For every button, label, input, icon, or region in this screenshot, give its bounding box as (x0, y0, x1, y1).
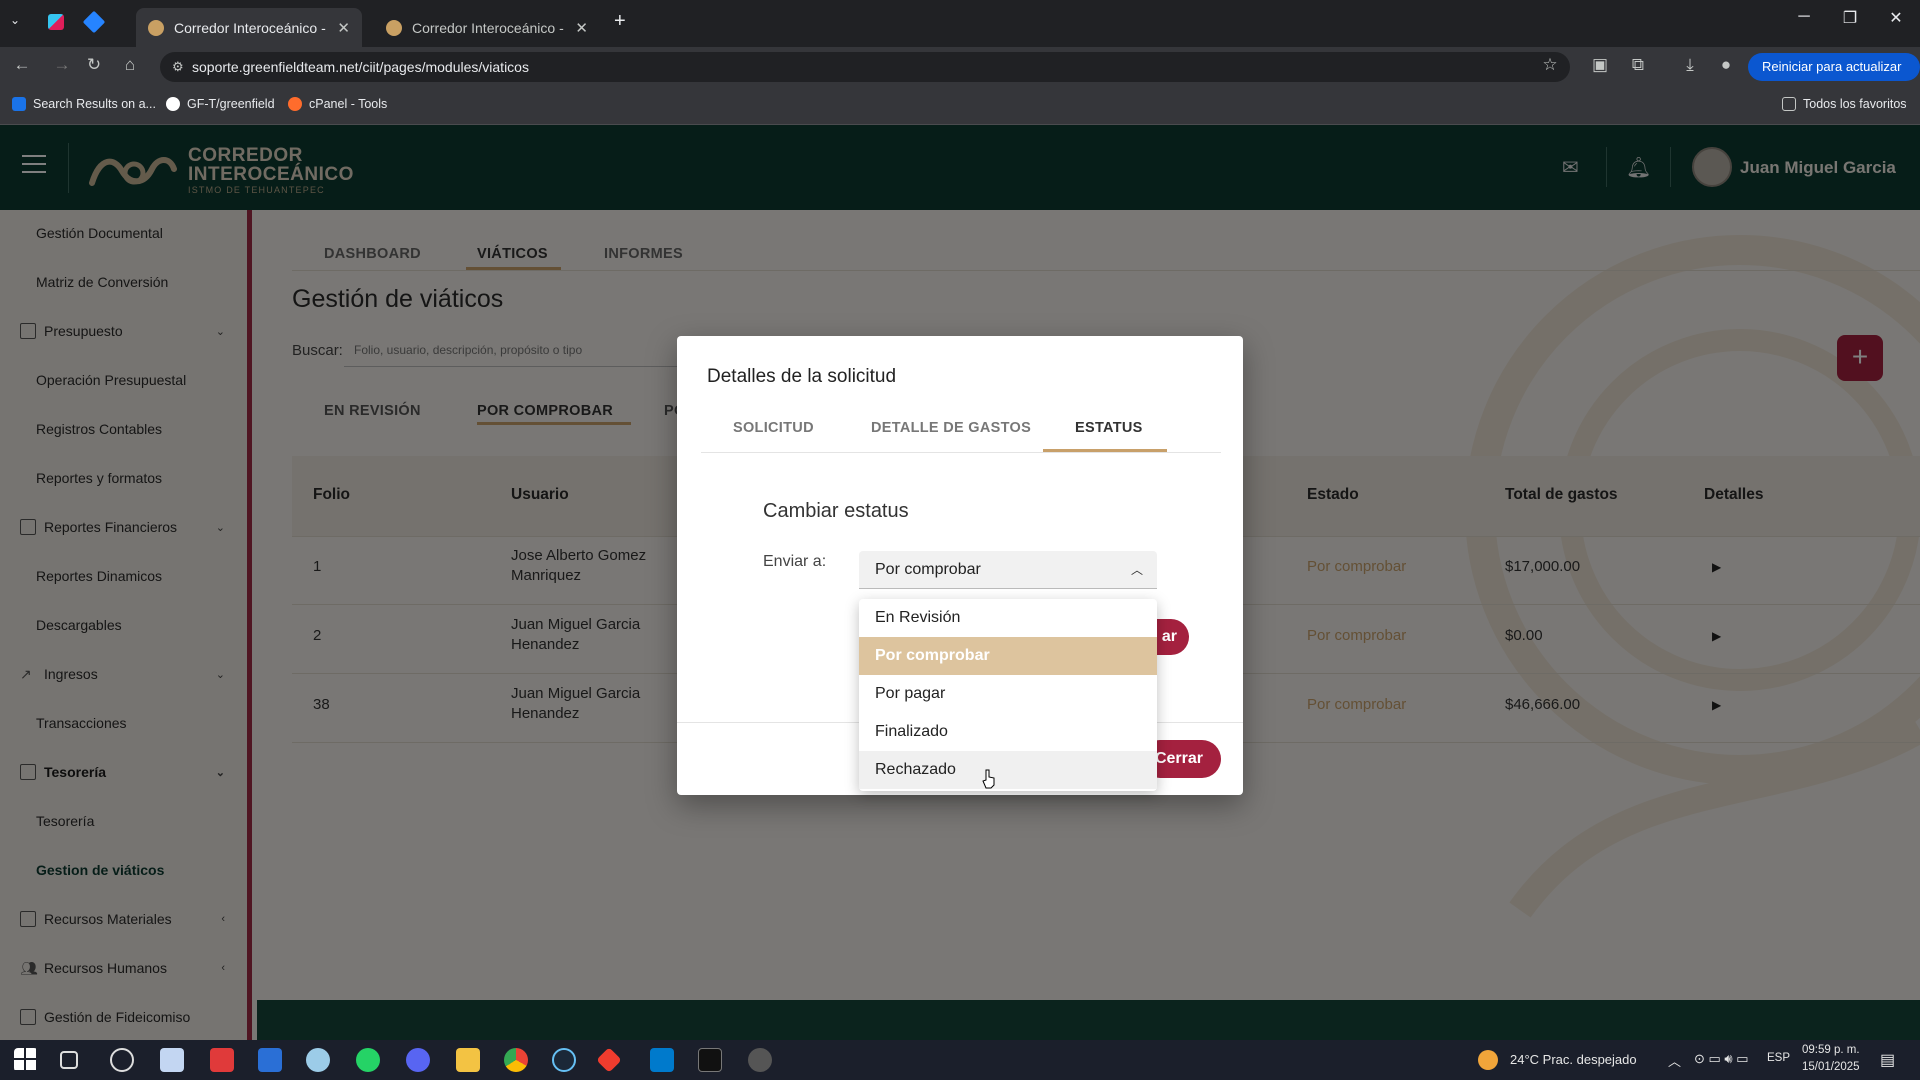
close-tab-icon[interactable]: ✕ (575, 19, 588, 37)
status-dropdown-menu: En Revisión Por comprobar Por pagar Fina… (859, 599, 1157, 791)
option-en-revision[interactable]: En Revisión (859, 599, 1157, 637)
modal-title: Detalles de la solicitud (707, 366, 897, 387)
modal-active-tab-indicator (1043, 449, 1167, 452)
modal-tab-estatus[interactable]: ESTATUS (1075, 420, 1143, 436)
whatsapp-icon[interactable] (356, 1048, 380, 1072)
jira-icon[interactable] (82, 10, 106, 34)
browser-tab-bar: ⌄ Corredor Interoceánico - Istmo ✕ Corre… (0, 0, 1920, 47)
new-tab-icon[interactable]: + (614, 10, 626, 33)
tab-title: Corredor Interoceánico - Istmo (412, 19, 567, 36)
modal-tab-label: SOLICITUD (733, 420, 814, 436)
all-bookmarks[interactable]: Todos los favoritos (1782, 97, 1907, 111)
clock-date[interactable]: 15/01/2025 (1802, 1061, 1860, 1073)
all-bookmarks-label: Todos los favoritos (1803, 97, 1907, 111)
modal-tab-divider (701, 452, 1221, 453)
folder-icon (1782, 97, 1796, 111)
bookmark-label: cPanel - Tools (309, 97, 388, 111)
bookmark-cpanel[interactable]: cPanel - Tools (288, 97, 387, 111)
task-view-icon[interactable] (60, 1051, 78, 1069)
browser-tab-1[interactable]: Corredor Interoceánico - Istmo ✕ (136, 8, 362, 47)
windows-taskbar: 24°C Prac. despejado ︿ ⊙ ▭ 🔊︎ ▭ ESP 09:5… (0, 1040, 1920, 1080)
cpanel-icon (288, 97, 302, 111)
vscode-icon[interactable] (650, 1048, 674, 1072)
option-label: Por pagar (875, 685, 946, 702)
option-label: Finalizado (875, 723, 948, 740)
bookmark-label: Search Results on a... (33, 97, 156, 111)
option-finalizado[interactable]: Finalizado (859, 713, 1157, 751)
button-label: Cerrar (1154, 750, 1203, 767)
slack-icon[interactable] (48, 14, 64, 30)
anydesk-icon[interactable] (210, 1048, 234, 1072)
close-tab-icon[interactable]: ✕ (337, 19, 350, 37)
minimize-icon[interactable]: ─ (1784, 8, 1824, 26)
option-label: Por comprobar (875, 647, 990, 664)
send-to-label: Enviar a: (763, 553, 827, 570)
option-por-comprobar[interactable]: Por comprobar (859, 637, 1157, 675)
chrome-icon[interactable] (504, 1048, 528, 1072)
update-label: Reiniciar para actualizar (1762, 59, 1902, 74)
close-window-icon[interactable]: ✕ (1876, 8, 1916, 28)
modal-tab-label: ESTATUS (1075, 420, 1143, 436)
option-label: Rechazado (875, 761, 956, 778)
browser-tab-2[interactable]: Corredor Interoceánico - Istmo ✕ (374, 8, 600, 47)
app-icon[interactable] (160, 1048, 184, 1072)
terminal-icon[interactable] (698, 1048, 722, 1072)
extensions-icon[interactable]: ⧉ (1626, 55, 1650, 75)
option-por-pagar[interactable]: Por pagar (859, 675, 1157, 713)
back-icon[interactable]: ← (10, 55, 34, 75)
profile-icon[interactable]: ● (1714, 55, 1738, 75)
site-favicon-icon (148, 19, 164, 36)
modal-tab-solicitud[interactable]: SOLICITUD (733, 420, 814, 436)
bookmark-github[interactable]: GF-T/greenfield (166, 97, 275, 111)
app-icon[interactable] (306, 1048, 330, 1072)
reload-icon[interactable]: ↻ (82, 55, 106, 75)
status-select[interactable]: Por comprobar ︿ (859, 551, 1157, 589)
tray-arrow-icon[interactable]: ︿ (1668, 1051, 1681, 1070)
home-icon[interactable]: ⌂ (118, 55, 142, 75)
weather-icon[interactable] (1478, 1050, 1498, 1070)
forward-icon[interactable]: → (50, 55, 74, 75)
modal-tab-detalle-gastos[interactable]: DETALLE DE GASTOS (871, 420, 1031, 436)
calculator-icon[interactable] (258, 1048, 282, 1072)
media-player-icon[interactable] (748, 1048, 772, 1072)
option-rechazado[interactable]: Rechazado (859, 751, 1157, 789)
restore-icon[interactable]: ❐ (1830, 8, 1870, 28)
site-favicon-icon (386, 19, 402, 36)
clock-time[interactable]: 09:59 p. m. (1802, 1044, 1860, 1056)
bookmark-label: GF-T/greenfield (187, 97, 275, 111)
chevron-up-icon: ︿ (1130, 563, 1143, 577)
tab-search-icon[interactable]: ⌄ (10, 13, 20, 27)
modal-tab-label: DETALLE DE GASTOS (871, 420, 1032, 436)
site-info-icon[interactable]: ⚙ (172, 52, 184, 82)
address-bar[interactable]: ⚙ soporte.greenfieldteam.net/ciit/pages/… (160, 52, 1570, 82)
discord-icon[interactable] (406, 1048, 430, 1072)
download-icon[interactable]: ⤓ (1678, 55, 1702, 75)
github-icon (166, 97, 180, 111)
bookmark-search-results[interactable]: Search Results on a... (12, 97, 156, 111)
file-explorer-icon[interactable] (456, 1048, 480, 1072)
url-text: soporte.greenfieldteam.net/ciit/pages/mo… (192, 59, 529, 75)
select-value: Por comprobar (875, 561, 981, 578)
change-status-heading: Cambiar estatus (763, 500, 909, 522)
notifications-icon[interactable]: ▤ (1880, 1050, 1895, 1070)
update-button[interactable]: Reiniciar para actualizar ⋮ (1748, 53, 1920, 102)
option-label: En Revisión (875, 609, 961, 626)
cast-icon[interactable]: ▣ (1588, 55, 1612, 75)
button-label: ar (1161, 628, 1177, 645)
bookmark-favicon-icon (12, 97, 26, 111)
tray-icons[interactable]: ⊙ ▭ 🔊︎ ▭ (1694, 1051, 1748, 1067)
weather-text[interactable]: 24°C Prac. despejado (1510, 1052, 1637, 1067)
tab-title: Corredor Interoceánico - Istmo (174, 19, 329, 36)
bookmark-star-icon[interactable]: ☆ (1538, 55, 1562, 75)
browser-toolbar: ← → ↻ ⌂ ⚙ soporte.greenfieldteam.net/cii… (0, 47, 1920, 102)
hand-cursor-icon (982, 769, 995, 789)
git-icon[interactable] (596, 1047, 622, 1073)
bookmarks-bar: Search Results on a... GF-T/greenfield c… (0, 87, 1920, 125)
windows-start-icon[interactable] (14, 1048, 38, 1072)
search-icon[interactable] (110, 1048, 134, 1072)
language-indicator[interactable]: ESP (1767, 1052, 1790, 1064)
steam-icon[interactable] (552, 1048, 576, 1072)
